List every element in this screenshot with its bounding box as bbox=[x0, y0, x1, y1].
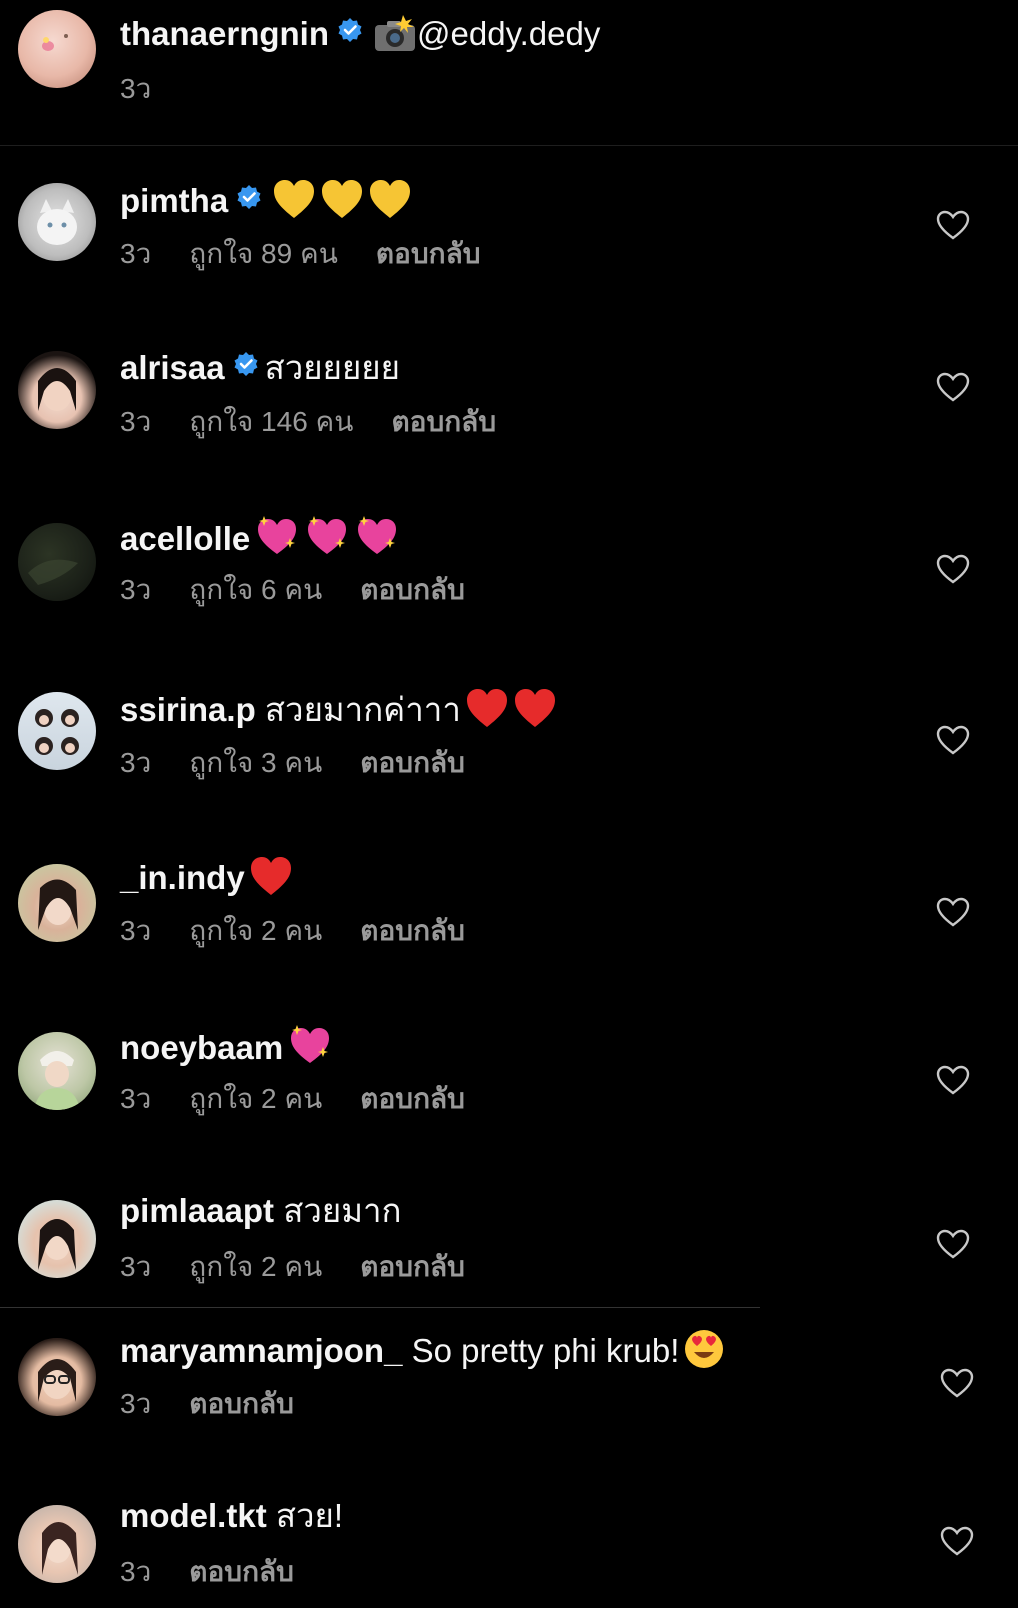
red-heart-icon bbox=[513, 687, 557, 738]
comment-likes[interactable]: ถูกใจ 2 คน bbox=[189, 915, 322, 946]
sparkling-heart-icon bbox=[304, 514, 350, 567]
comment-text: @eddy.dedy bbox=[417, 15, 601, 52]
reply-button[interactable]: ตอบกลับ bbox=[189, 1388, 294, 1419]
comment-text: สวยมาก bbox=[283, 1192, 402, 1229]
verified-badge-icon bbox=[233, 346, 259, 376]
like-heart-icon[interactable] bbox=[936, 372, 970, 402]
comment-username[interactable]: noeybaam bbox=[120, 1029, 283, 1066]
reply-button[interactable]: ตอบกลับ bbox=[376, 238, 481, 269]
comment-item: acellolle 3ว ถูกใจ 6 คน ตอบกลับ bbox=[0, 514, 1018, 674]
red-heart-icon bbox=[249, 855, 293, 906]
comment-item: pimlaaapt สวยมาก 3ว ถูกใจ 2 คน ตอบกลับ bbox=[0, 1191, 1018, 1306]
comment-time: 3ว bbox=[120, 73, 152, 104]
camera-flash-icon bbox=[373, 15, 417, 62]
reply-button[interactable]: ตอบกลับ bbox=[360, 1083, 465, 1114]
comment-username[interactable]: thanaerngnin bbox=[120, 15, 329, 52]
comment-username[interactable]: ssirina.p bbox=[120, 691, 256, 728]
yellow-heart-icon bbox=[320, 178, 364, 229]
reply-button[interactable]: ตอบกลับ bbox=[360, 747, 465, 778]
verified-badge-icon bbox=[337, 12, 363, 42]
comment-time: 3ว bbox=[120, 1083, 152, 1114]
sparkling-heart-icon bbox=[354, 514, 400, 567]
sparkling-heart-icon bbox=[254, 514, 300, 567]
avatar[interactable] bbox=[18, 864, 96, 942]
heart-eyes-face-icon bbox=[683, 1328, 725, 1379]
comment-username[interactable]: alrisaa bbox=[120, 349, 225, 386]
comment-time: 3ว bbox=[120, 1251, 152, 1282]
comment-item: pimtha 3ว ถูกใจ 89 คน ตอบกลับ bbox=[0, 178, 1018, 338]
yellow-heart-icon bbox=[368, 178, 412, 229]
comment-likes[interactable]: ถูกใจ 2 คน bbox=[189, 1251, 322, 1282]
comment-username[interactable]: pimlaaapt bbox=[120, 1192, 274, 1229]
comment-time: 3ว bbox=[120, 747, 152, 778]
comment-likes[interactable]: ถูกใจ 3 คน bbox=[189, 747, 322, 778]
comment-text: สวยมากค่าาา bbox=[264, 691, 461, 728]
avatar[interactable] bbox=[18, 1200, 96, 1278]
avatar[interactable] bbox=[18, 10, 96, 88]
comment-likes[interactable]: ถูกใจ 6 คน bbox=[189, 574, 322, 605]
reply-button[interactable]: ตอบกลับ bbox=[360, 915, 465, 946]
comment-time: 3ว bbox=[120, 1556, 152, 1587]
divider bbox=[0, 1307, 760, 1308]
comment-item: noeybaam 3ว ถูกใจ 2 คน ตอบกลับ bbox=[0, 1023, 1018, 1183]
comment-item: model.tkt สวย! 3ว ตอบกลับ bbox=[0, 1496, 1018, 1608]
reply-button[interactable]: ตอบกลับ bbox=[391, 406, 496, 437]
like-heart-icon[interactable] bbox=[936, 210, 970, 240]
comment-time: 3ว bbox=[120, 915, 152, 946]
reply-button[interactable]: ตอบกลับ bbox=[360, 574, 465, 605]
like-heart-icon[interactable] bbox=[936, 554, 970, 584]
comment-username[interactable]: _in.indy bbox=[120, 859, 245, 896]
reply-button[interactable]: ตอบกลับ bbox=[189, 1556, 294, 1587]
sparkling-heart-icon bbox=[287, 1023, 333, 1076]
post-caption: thanaerngnin @eddy.dedy 3ว bbox=[0, 0, 1018, 146]
comment-likes[interactable]: ถูกใจ 2 คน bbox=[189, 1083, 322, 1114]
comment-likes[interactable]: ถูกใจ 89 คน bbox=[189, 238, 338, 269]
avatar[interactable] bbox=[18, 692, 96, 770]
comment-username[interactable]: pimtha bbox=[120, 182, 228, 219]
comment-time: 3ว bbox=[120, 406, 152, 437]
comment-item: ssirina.p สวยมากค่าาา 3ว ถูกใจ 3 คน ตอบกลั… bbox=[0, 687, 1018, 847]
avatar[interactable] bbox=[18, 1032, 96, 1110]
comment-time: 3ว bbox=[120, 574, 152, 605]
red-heart-icon bbox=[465, 687, 509, 738]
like-heart-icon[interactable] bbox=[936, 897, 970, 927]
like-heart-icon[interactable] bbox=[936, 1065, 970, 1095]
comment-text: สวย! bbox=[275, 1497, 344, 1534]
comment-text: So pretty phi krub! bbox=[411, 1332, 680, 1369]
avatar[interactable] bbox=[18, 351, 96, 429]
comment-username[interactable]: maryamnamjoon_ bbox=[120, 1332, 402, 1369]
avatar[interactable] bbox=[18, 1338, 96, 1416]
avatar[interactable] bbox=[18, 1505, 96, 1583]
avatar[interactable] bbox=[18, 183, 96, 261]
avatar[interactable] bbox=[18, 523, 96, 601]
like-heart-icon[interactable] bbox=[936, 725, 970, 755]
comment-username[interactable]: acellolle bbox=[120, 520, 250, 557]
comment-text: สวยยยยย bbox=[264, 349, 400, 386]
like-heart-icon[interactable] bbox=[940, 1526, 974, 1556]
comment-likes[interactable]: ถูกใจ 146 คน bbox=[189, 406, 353, 437]
comment-time: 3ว bbox=[120, 1388, 152, 1419]
verified-badge-icon bbox=[236, 179, 262, 209]
comment-item: alrisaa สวยยยยย 3ว ถูกใจ 146 คน ตอบกลับ bbox=[0, 346, 1018, 506]
like-heart-icon[interactable] bbox=[936, 1229, 970, 1259]
like-heart-icon[interactable] bbox=[940, 1368, 974, 1398]
yellow-heart-icon bbox=[272, 178, 316, 229]
comment-time: 3ว bbox=[120, 238, 152, 269]
comment-item: maryamnamjoon_ So pretty phi krub! 3ว ตอบ… bbox=[0, 1328, 1018, 1478]
comment-item: _in.indy 3ว ถูกใจ 2 คน ตอบกลับ bbox=[0, 855, 1018, 1015]
comment-username[interactable]: model.tkt bbox=[120, 1497, 267, 1534]
reply-button[interactable]: ตอบกลับ bbox=[360, 1251, 465, 1282]
